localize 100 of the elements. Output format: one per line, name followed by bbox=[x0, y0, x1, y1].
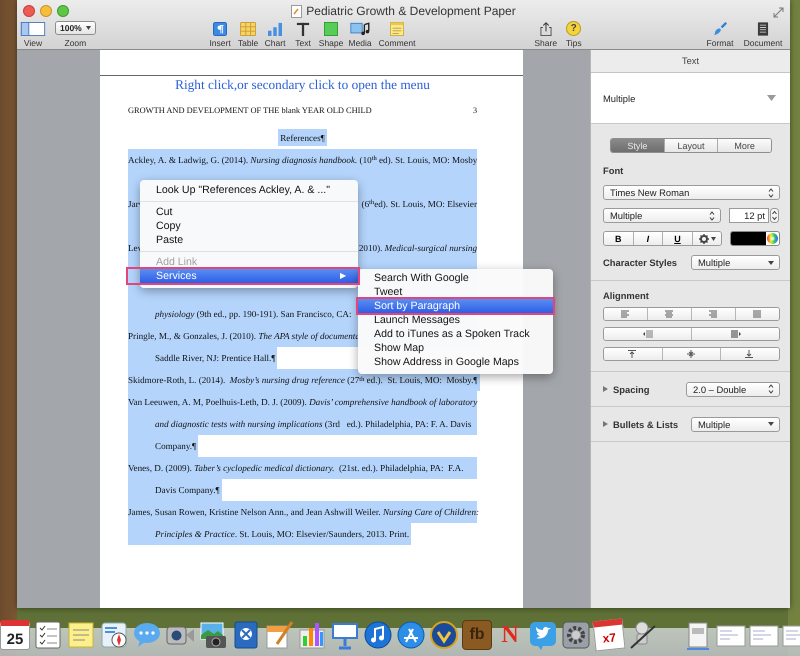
reference-text: Ackley, A. & Ladwig, G. (2014). Nursing diagnosis handbook. (10$^{th}$ ed). St. Louis, MO: Mosby bbox=[128, 155, 478, 165]
reference-text: physiology (9th ed., pp. 190-191). San Francisco, CA: bbox=[155, 309, 352, 319]
stepper-icon[interactable] bbox=[770, 208, 779, 223]
camera-photo-icon[interactable] bbox=[198, 620, 228, 650]
gear-menu-button[interactable] bbox=[692, 232, 722, 245]
reference-text: 2010). Medical-surgical nursing bbox=[358, 243, 477, 253]
zoom-popup[interactable]: 100% bbox=[55, 21, 96, 35]
menu-item[interactable]: Sort by Paragraph bbox=[358, 299, 553, 313]
podium-icon[interactable] bbox=[330, 620, 360, 650]
reference-text: Davis Company.¶ bbox=[128, 479, 222, 501]
pen-and-paper-icon[interactable] bbox=[264, 620, 294, 650]
reference-text: Lev bbox=[128, 243, 142, 253]
reference-text: (6$^{th}$ed). St. Louis, MO: Elsevier bbox=[362, 199, 477, 209]
media-button[interactable]: Media bbox=[346, 22, 374, 49]
reference-text: Saddle River, NJ: Prentice Hall.¶ bbox=[128, 347, 278, 369]
chart-button[interactable]: Chart bbox=[260, 22, 290, 49]
view-button[interactable]: View bbox=[17, 22, 49, 49]
inspector-tab[interactable]: Style bbox=[611, 139, 664, 152]
insert-button[interactable]: Insert bbox=[204, 22, 236, 49]
menu-item[interactable]: Launch Messages bbox=[358, 313, 553, 327]
tips-button[interactable]: ? Tips bbox=[560, 22, 588, 49]
align-top-icon bbox=[628, 350, 638, 358]
checklist-icon[interactable] bbox=[33, 620, 63, 650]
bar-chart-icon[interactable] bbox=[297, 620, 327, 650]
align-left-button[interactable] bbox=[604, 308, 647, 320]
paragraph-style-popup[interactable]: Multiple bbox=[591, 73, 790, 124]
up-down-arrows-icon bbox=[768, 188, 774, 198]
inspector-tab[interactable]: Layout bbox=[664, 139, 718, 152]
running-header: GROWTH AND DEVELOPMENT OF THE blank YEAR OLD CHILD bbox=[128, 106, 372, 114]
font-size-field[interactable]: 12 pt bbox=[729, 208, 769, 223]
align-center-button[interactable] bbox=[647, 308, 691, 320]
app-store-icon[interactable] bbox=[396, 620, 426, 650]
zoom-button[interactable] bbox=[57, 5, 69, 17]
justify-button[interactable] bbox=[735, 308, 779, 320]
compass-icon[interactable] bbox=[99, 620, 129, 650]
shape-button[interactable]: Shape bbox=[316, 22, 346, 49]
bird-icon[interactable] bbox=[528, 620, 558, 650]
align-right-icon bbox=[708, 310, 718, 318]
speech-bubble-icon[interactable] bbox=[132, 620, 162, 650]
page-number: 3 bbox=[472, 106, 477, 114]
underline-button[interactable]: U bbox=[662, 232, 692, 245]
comment-button[interactable]: Comment bbox=[374, 22, 420, 49]
menu-item[interactable]: Copy bbox=[140, 219, 358, 233]
italic-button[interactable]: I bbox=[632, 232, 662, 245]
gear-icon bbox=[698, 234, 709, 244]
menu-item[interactable]: Look Up "References Ackley, A. & ..." bbox=[140, 183, 358, 197]
document-button[interactable]: Document bbox=[740, 22, 786, 49]
disclosure-triangle-icon[interactable] bbox=[603, 386, 608, 392]
decrease-indent-icon bbox=[642, 330, 652, 338]
media-icon bbox=[349, 22, 372, 36]
color-wheel-icon bbox=[766, 232, 779, 245]
music-note-icon[interactable] bbox=[363, 620, 393, 650]
up-down-arrows-icon bbox=[768, 384, 774, 394]
justify-icon bbox=[752, 310, 762, 318]
document-icon bbox=[291, 4, 302, 18]
align-middle-button[interactable] bbox=[662, 348, 720, 360]
reference-text: and diagnostic tests with nursing implications (3rd ed.). Philadelphia, PA: F. A. Davis bbox=[155, 419, 472, 429]
disclosure-triangle-icon[interactable] bbox=[603, 421, 608, 427]
menu-item[interactable]: Show Address in Google Maps bbox=[358, 355, 553, 369]
text-icon bbox=[295, 22, 312, 36]
bold-button[interactable]: B bbox=[604, 232, 633, 245]
bullets-popup[interactable]: Multiple bbox=[691, 416, 780, 432]
bullets-label: Bullets & Lists bbox=[613, 418, 678, 430]
calendar-icon[interactable]: 25 bbox=[0, 620, 30, 650]
menu-item[interactable]: Tweet bbox=[358, 285, 553, 299]
typeface-popup[interactable]: Multiple bbox=[603, 208, 721, 223]
references-heading: References¶ bbox=[278, 128, 327, 146]
notepad-icon[interactable] bbox=[66, 620, 96, 650]
text-button[interactable]: Text bbox=[290, 22, 316, 49]
document-icon bbox=[756, 22, 770, 36]
reference-text: James, Susan Rowen, Kristine Nelson Ann., and Jean Ashwill Weiler. Nursing Care of Children: bbox=[128, 507, 480, 517]
spacing-popup[interactable]: 2.0 – Double bbox=[686, 382, 780, 396]
gear-icon[interactable] bbox=[561, 620, 591, 650]
menu-item[interactable]: Paste bbox=[140, 233, 358, 247]
decrease-indent-button[interactable] bbox=[604, 328, 691, 340]
align-center-icon bbox=[664, 310, 674, 318]
menu-item[interactable]: Add to iTunes as a Spoken Track bbox=[358, 327, 553, 341]
character-styles-popup[interactable]: Multiple bbox=[691, 255, 780, 270]
square-icon bbox=[323, 22, 340, 36]
caret-icon bbox=[768, 422, 774, 426]
caret-icon bbox=[710, 236, 716, 240]
share-button[interactable]: Share bbox=[532, 22, 560, 49]
fullscreen-icon[interactable] bbox=[773, 7, 784, 18]
alignment-label: Alignment bbox=[603, 290, 650, 301]
align-top-button[interactable] bbox=[604, 348, 662, 360]
reference-text: Principles & Practice. St. Louis, MO: Elsevier/Saunders, 2013. Print. bbox=[128, 523, 412, 545]
menu-item[interactable]: Search With Google bbox=[358, 271, 553, 285]
inspector-tab[interactable]: More bbox=[717, 139, 771, 152]
align-bottom-button[interactable] bbox=[720, 348, 779, 360]
close-button[interactable] bbox=[23, 5, 35, 17]
increase-indent-button[interactable] bbox=[691, 328, 779, 340]
reference-text: Pringle, M., & Gonzales, J. (2010). The APA style of documenta bbox=[128, 331, 360, 341]
align-right-button[interactable] bbox=[691, 308, 735, 320]
format-button[interactable]: Format bbox=[700, 22, 740, 49]
table-button[interactable]: Table bbox=[236, 22, 260, 49]
color-well[interactable] bbox=[730, 231, 780, 246]
font-family-popup[interactable]: Times New Roman bbox=[603, 185, 780, 200]
menu-item[interactable]: Show Map bbox=[358, 341, 553, 355]
note-icon bbox=[389, 22, 406, 36]
menu-item[interactable]: Services ▶ bbox=[140, 269, 358, 283]
